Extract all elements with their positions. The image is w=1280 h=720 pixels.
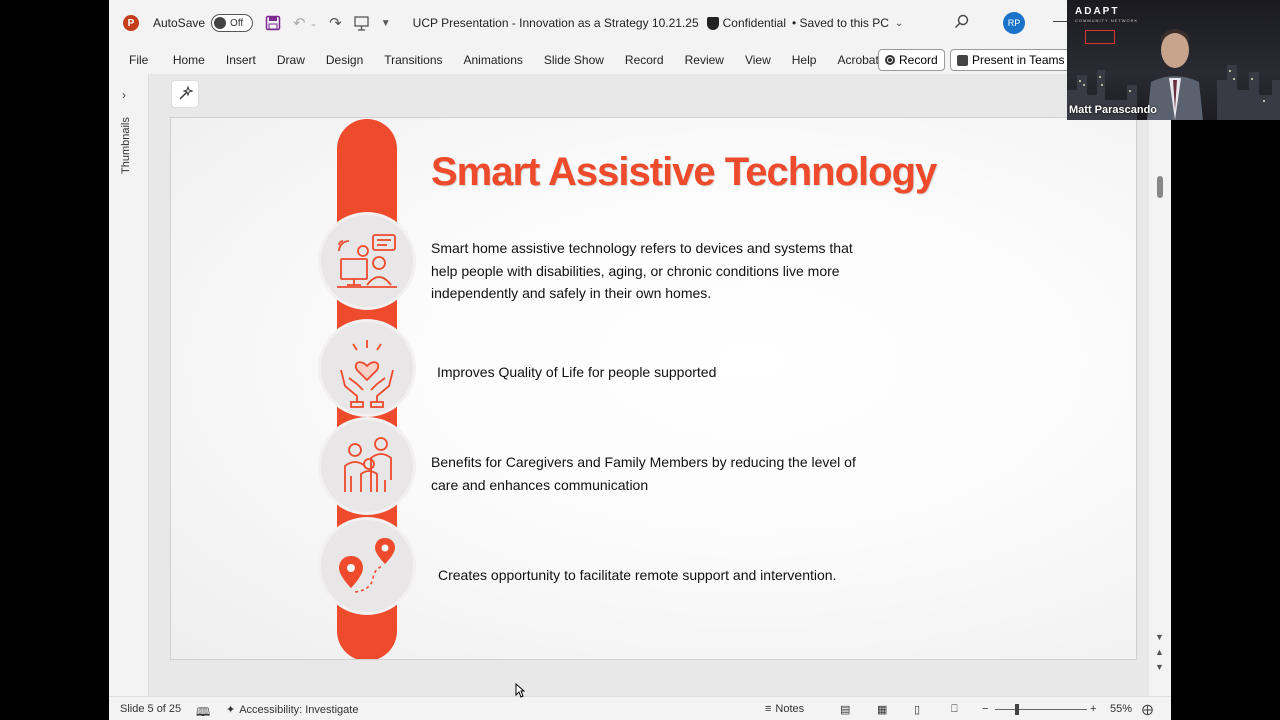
- accessibility-label: Accessibility: Investigate: [239, 703, 359, 716]
- autosave-toggle[interactable]: Off: [211, 14, 254, 32]
- smart-home-person-icon: [321, 215, 413, 307]
- tab-view[interactable]: View: [734, 53, 781, 67]
- location-pins-icon: [321, 520, 413, 612]
- save-icon[interactable]: [265, 15, 281, 31]
- accessibility-icon: ✦: [226, 704, 236, 716]
- notes-label: Notes: [775, 703, 805, 715]
- slide-bullet-1[interactable]: Improves Quality of Life for people supp…: [437, 361, 857, 384]
- record-icon: [885, 55, 895, 65]
- participant-name: Matt Parascando: [1069, 104, 1158, 116]
- slide-intro-text[interactable]: Smart home assistive technology refers t…: [431, 237, 871, 305]
- zoom-in-icon[interactable]: +: [1090, 703, 1096, 715]
- redo-icon[interactable]: ↷: [329, 14, 342, 32]
- toggle-knob: [214, 17, 227, 29]
- spelling-icon[interactable]: 🕮: [196, 703, 210, 720]
- vertical-scrollbar[interactable]: ▼ ▲ ▼: [1149, 74, 1171, 696]
- present-in-teams-button[interactable]: Present in Teams: [950, 49, 1072, 71]
- notes-icon: ≡: [765, 703, 772, 715]
- zoom-level[interactable]: 55%: [1110, 703, 1132, 715]
- sensitivity-text: Confidential: [722, 16, 786, 30]
- customize-toolbar-icon[interactable]: ▼: [381, 18, 391, 29]
- org-logo-subtext: COMMUNITY NETWORK: [1075, 18, 1139, 23]
- tab-insert[interactable]: Insert: [215, 53, 266, 67]
- slide-bullet-2[interactable]: Benefits for Caregivers and Family Membe…: [431, 451, 881, 496]
- notes-button[interactable]: ≡ Notes: [765, 703, 804, 715]
- status-bar: Slide 5 of 25 🕮 ✦ Accessibility: Investi…: [109, 696, 1171, 720]
- scroll-down-icon[interactable]: ▼: [1155, 632, 1164, 642]
- fit-to-window-icon[interactable]: ⨁: [1142, 703, 1153, 716]
- tab-review[interactable]: Review: [674, 53, 734, 67]
- org-logo-box: [1085, 30, 1115, 44]
- editing-workspace: › Thumbnails Smart Assistive Technology …: [109, 74, 1171, 696]
- slide-canvas[interactable]: Smart Assistive Technology Smart home as…: [170, 117, 1137, 660]
- thumbnails-label: Thumbnails: [120, 117, 132, 174]
- undo-icon[interactable]: ↶: [293, 14, 306, 32]
- avatar[interactable]: RP: [1003, 12, 1025, 34]
- save-status[interactable]: • Saved to this PC: [792, 16, 889, 30]
- thumbnails-pane[interactable]: › Thumbnails: [109, 74, 149, 696]
- tab-slide-show[interactable]: Slide Show: [533, 53, 614, 67]
- org-logo-text: ADAPT: [1075, 6, 1120, 17]
- designer-sparkle-icon[interactable]: [171, 80, 199, 108]
- slide-sorter-icon[interactable]: ▦: [877, 703, 887, 716]
- slideshow-icon[interactable]: ⎕: [951, 703, 958, 716]
- autosave-state: Off: [230, 17, 244, 29]
- accessibility-status[interactable]: ✦ Accessibility: Investigate: [226, 703, 359, 717]
- chevron-right-icon[interactable]: ›: [122, 88, 126, 102]
- hands-heart-icon: [321, 322, 413, 414]
- slide-bullet-3[interactable]: Creates opportunity to facilitate remote…: [438, 564, 888, 587]
- tab-draw[interactable]: Draw: [266, 53, 315, 67]
- powerpoint-window: P AutoSave Off ↶ ⌄ ↷ ▼ UCP Presentation …: [109, 0, 1171, 720]
- present-from-start-icon[interactable]: [354, 15, 369, 31]
- autosave-label: AutoSave: [153, 16, 206, 30]
- shield-icon: [706, 16, 719, 30]
- tab-transitions[interactable]: Transitions: [374, 53, 453, 67]
- chevron-down-icon[interactable]: ⌄: [895, 18, 903, 29]
- sensitivity-label[interactable]: Confidential: [706, 16, 786, 30]
- tab-animations[interactable]: Animations: [453, 53, 533, 67]
- tab-design[interactable]: Design: [315, 53, 373, 67]
- undo-dropdown-icon[interactable]: ⌄: [310, 18, 318, 29]
- zoom-out-icon[interactable]: −: [982, 703, 988, 715]
- slide-title[interactable]: Smart Assistive Technology: [431, 150, 937, 195]
- tab-file[interactable]: File: [109, 53, 162, 67]
- minimize-icon[interactable]: —: [1053, 12, 1067, 28]
- previous-slide-icon[interactable]: ▲: [1155, 647, 1164, 657]
- tab-record[interactable]: Record: [614, 53, 674, 67]
- normal-view-icon[interactable]: ▤: [840, 703, 850, 716]
- next-slide-icon[interactable]: ▼: [1155, 662, 1164, 672]
- reading-view-icon[interactable]: ▯: [914, 703, 920, 716]
- teams-icon: [957, 54, 968, 66]
- powerpoint-icon: P: [123, 15, 139, 31]
- zoom-slider[interactable]: [995, 709, 1087, 710]
- slide-counter: Slide 5 of 25: [120, 703, 182, 715]
- video-call-tile[interactable]: ADAPT COMMUNITY NETWORK Matt Parascando: [1067, 0, 1280, 120]
- document-title: UCP Presentation - Innovation as a Strat…: [412, 16, 699, 30]
- mouse-cursor-icon: [515, 683, 525, 698]
- present-in-teams-label: Present in Teams: [972, 53, 1065, 67]
- scrollbar-thumb[interactable]: [1157, 176, 1163, 198]
- record-button-label: Record: [899, 53, 938, 67]
- tab-help[interactable]: Help: [781, 53, 827, 67]
- zoom-slider-thumb[interactable]: [1015, 704, 1019, 715]
- family-icon: [321, 420, 413, 512]
- record-button[interactable]: Record: [878, 49, 945, 71]
- tab-home[interactable]: Home: [162, 53, 215, 67]
- search-icon[interactable]: [954, 14, 969, 33]
